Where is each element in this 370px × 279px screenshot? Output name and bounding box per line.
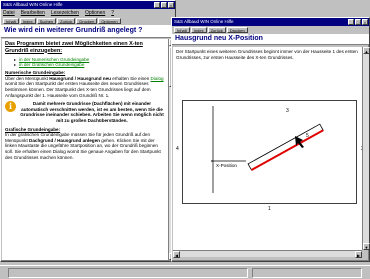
dialog-link[interactable]: Dialog bbox=[151, 76, 164, 81]
zurueck-button[interactable]: Zurück bbox=[207, 27, 226, 33]
topic-heading: Wie wird ein weiterer Grundriß angelegt … bbox=[1, 25, 175, 38]
text: Über den Menüpunkt bbox=[5, 75, 50, 81]
side-label-4: 4 bbox=[176, 146, 179, 152]
scroll-right-arrow-icon[interactable]: ▶ bbox=[355, 251, 362, 258]
maximize-button[interactable]: □ bbox=[161, 2, 167, 8]
paragraph: In der grafischen Grundeingabe müssen Si… bbox=[5, 132, 165, 160]
text: erhalten Sie einen bbox=[110, 75, 151, 81]
minimize-button[interactable]: _ bbox=[154, 2, 160, 8]
bottom-bar bbox=[0, 265, 370, 279]
paragraph: Über den Menüpunkt Hausgrund / Hausgrund… bbox=[5, 76, 165, 98]
position-diagram: 3 5 X-Position bbox=[182, 100, 357, 204]
desktop: S&S Allbaud WIN Online Hilfe _ □ × Datei… bbox=[0, 0, 370, 279]
help-window-right: S&S Allbaud WIN Online Hilfe _ □ × Inhal… bbox=[171, 17, 370, 262]
topic-heading: Hausgrund neu X-Position bbox=[172, 34, 369, 45]
menu-bar: Datei Bearbeiten Lesezeichen Optionen ? bbox=[1, 9, 175, 17]
index-button[interactable]: Index bbox=[190, 27, 207, 33]
text: womit Sie den Startpunkt der ersten Haus… bbox=[5, 81, 151, 98]
x-position-label: X-Position bbox=[216, 163, 237, 168]
button-bar: Inhalt Index Zurück Drucken bbox=[172, 26, 369, 34]
help-window-left: S&S Allbaud WIN Online Hilfe _ □ × Datei… bbox=[0, 0, 176, 262]
wall-outline bbox=[247, 123, 324, 171]
warning-text: Damit mehrere Grundrisse (Dachflächen) m… bbox=[20, 101, 164, 123]
suchen-button[interactable]: Suchen bbox=[36, 18, 57, 24]
menu-lesezeichen[interactable]: Lesezeichen bbox=[51, 9, 79, 17]
side-label-1: 1 bbox=[268, 206, 271, 212]
vertical-scrollbar[interactable]: ▲ ▼ bbox=[362, 47, 370, 250]
diagram-drawing bbox=[211, 106, 324, 193]
red-line bbox=[250, 129, 324, 171]
menu-bearbeiten[interactable]: Bearbeiten bbox=[21, 9, 45, 17]
title-bar[interactable]: S&S Allbaud WIN Online Hilfe _ □ × bbox=[1, 1, 175, 9]
maximize-button[interactable]: □ bbox=[355, 19, 361, 25]
title-bar[interactable]: S&S Allbaud WIN Online Hilfe _ □ × bbox=[172, 18, 369, 26]
status-slot bbox=[252, 268, 362, 278]
side-label-3: 3 bbox=[286, 108, 289, 114]
optionen-button[interactable]: Optionen bbox=[98, 18, 121, 24]
inhalt-button[interactable]: Inhalt bbox=[3, 18, 19, 24]
numeric-input-link[interactable]: in der Numerischen Grundeingabe bbox=[19, 57, 89, 62]
graphic-input-link[interactable]: in der Grafischen Grundeingabe bbox=[19, 62, 84, 67]
scroll-up-arrow-icon[interactable]: ▲ bbox=[363, 47, 370, 54]
info-icon: i bbox=[5, 101, 16, 113]
inhalt-button[interactable]: Inhalt bbox=[174, 27, 190, 33]
menu-path: Dachgrund / Hausgrund anlegen bbox=[29, 137, 100, 143]
window-title: S&S Allbaud WIN Online Hilfe bbox=[3, 2, 63, 7]
drucken-button[interactable]: Drucken bbox=[76, 18, 98, 24]
topic-content: Das Programm bietet zwei Möglichkeiten e… bbox=[2, 39, 168, 260]
zurueck-button[interactable]: Zurück bbox=[57, 18, 76, 24]
menu-datei[interactable]: Datei bbox=[3, 9, 15, 17]
close-button[interactable]: × bbox=[168, 2, 174, 8]
list-item: in der Grafischen Grundeingabe bbox=[5, 62, 165, 68]
drucken-button[interactable]: Drucken bbox=[226, 27, 248, 33]
warning-note: i Damit mehrere Grundrisse (Dachflächen)… bbox=[5, 101, 165, 123]
red-wall bbox=[247, 123, 324, 171]
minimize-button[interactable]: _ bbox=[348, 19, 354, 25]
index-button[interactable]: Index bbox=[19, 18, 36, 24]
scroll-left-arrow-icon[interactable]: ◀ bbox=[173, 251, 180, 258]
scroll-down-arrow-icon[interactable]: ▼ bbox=[363, 243, 370, 250]
paragraph: Der Startpunkt eines weiteren Grundrisse… bbox=[176, 49, 358, 60]
close-button[interactable]: × bbox=[362, 19, 368, 25]
horizontal-scrollbar[interactable]: ◀ ▶ bbox=[173, 250, 362, 258]
status-slot bbox=[8, 268, 248, 278]
button-bar: Inhalt Index Suchen Zurück Drucken Optio… bbox=[1, 17, 175, 25]
menu-help[interactable]: ? bbox=[111, 9, 114, 17]
side-label-5: 5 bbox=[306, 133, 309, 139]
window-title: S&S Allbaud WIN Online Hilfe bbox=[174, 19, 234, 24]
section-title: Das Programm bietet zwei Möglichkeiten e… bbox=[5, 41, 143, 54]
menu-optionen[interactable]: Optionen bbox=[85, 9, 105, 17]
menu-path: Hausgrund / Hausgrund neu bbox=[49, 75, 111, 81]
